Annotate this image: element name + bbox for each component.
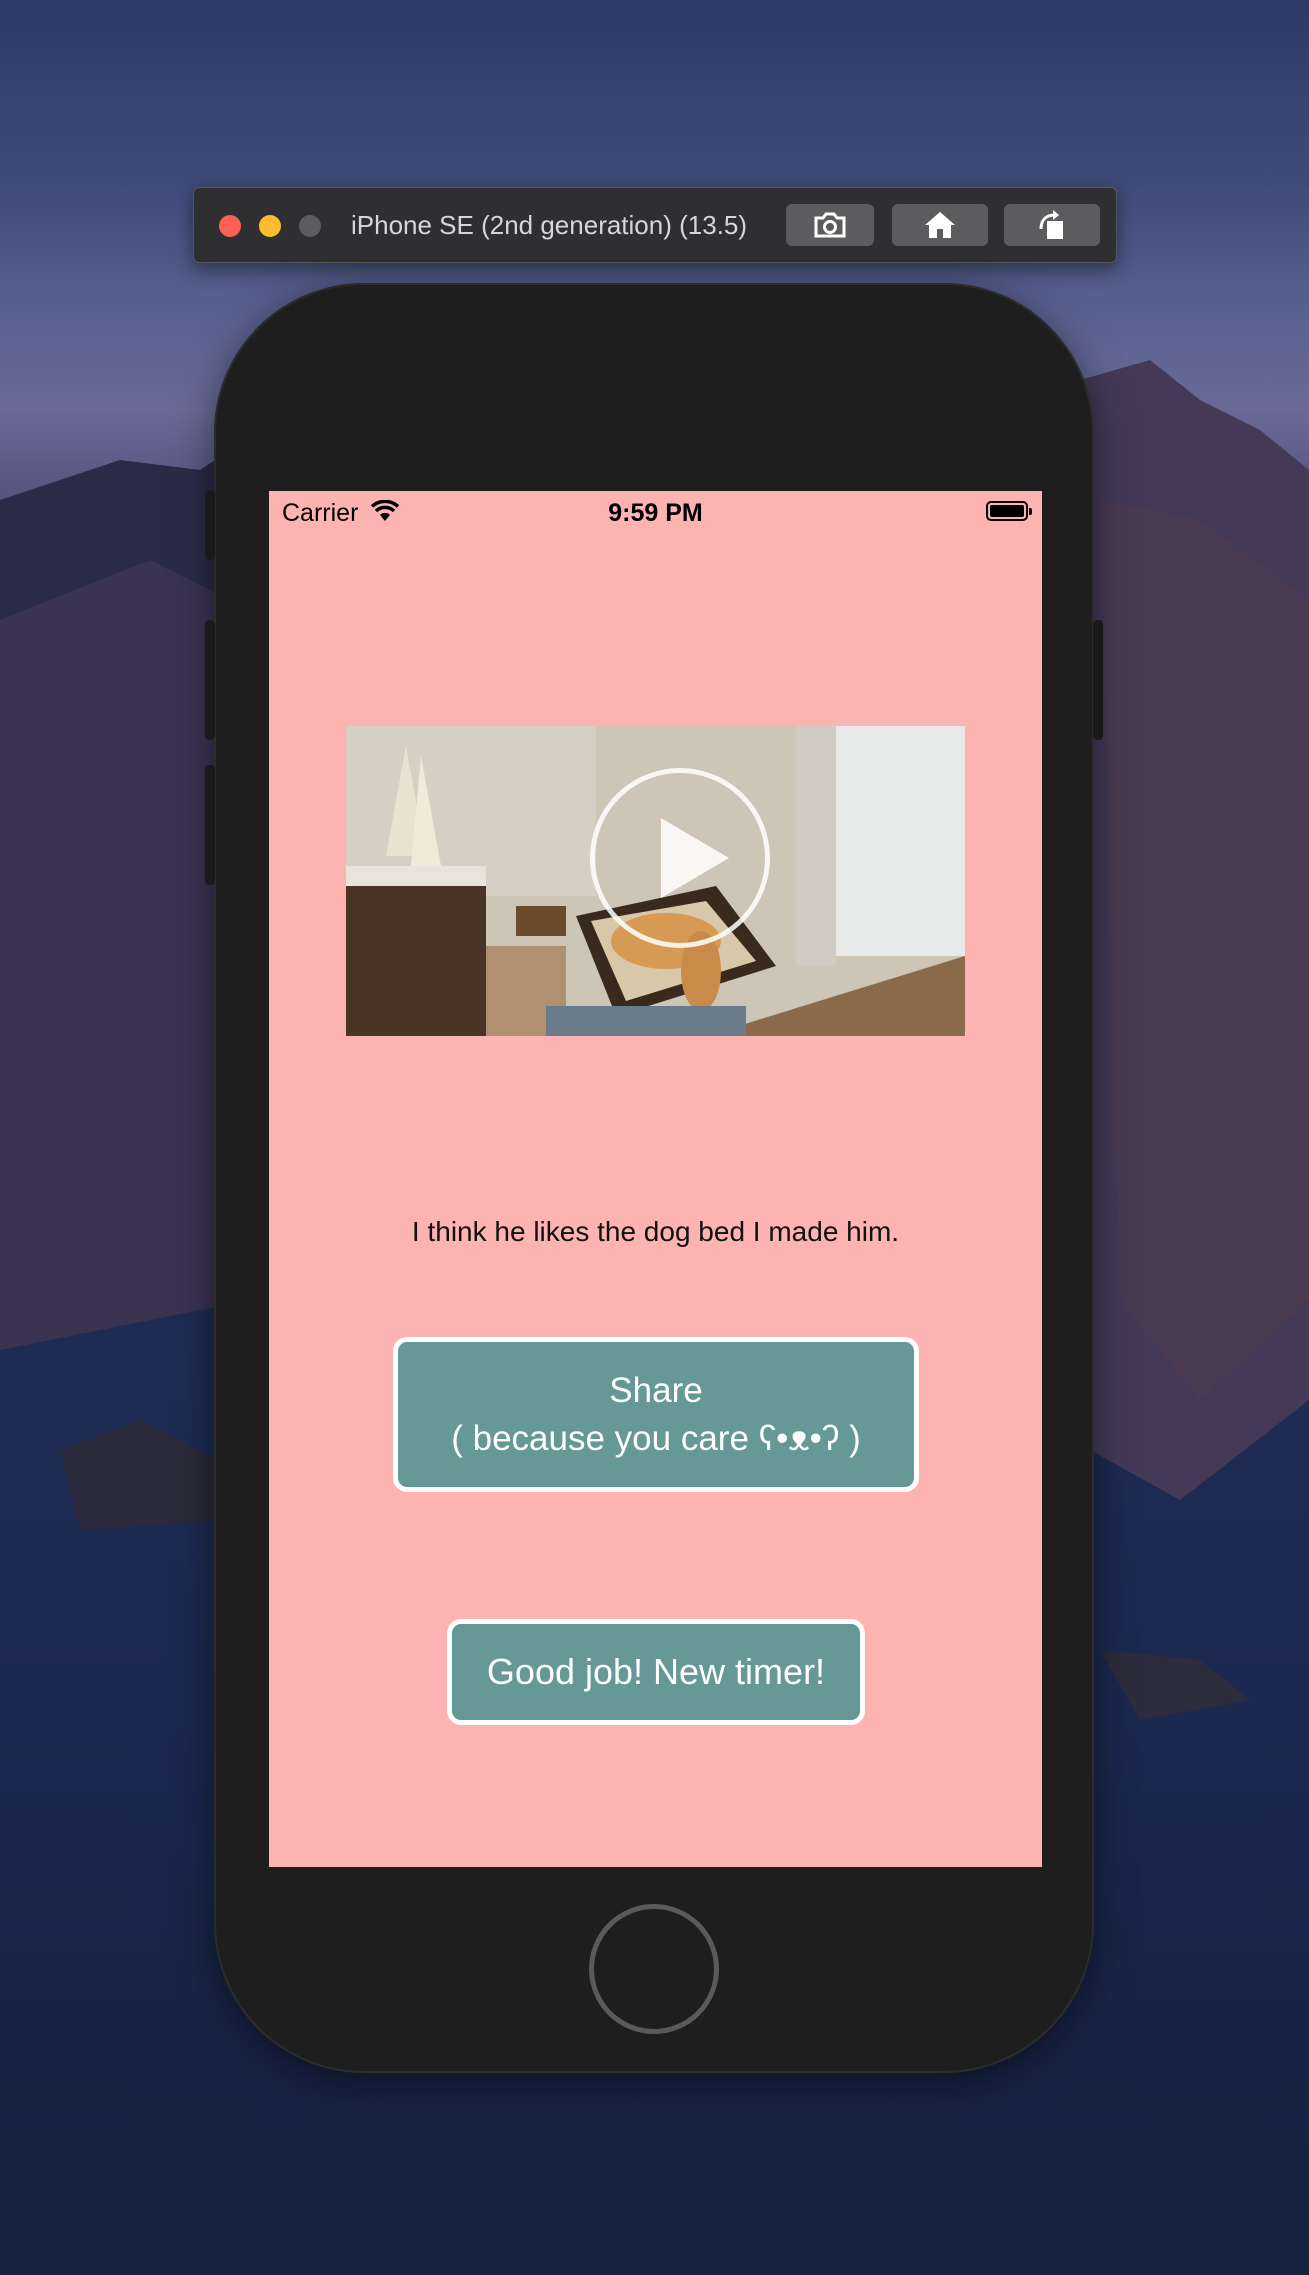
share-button-sublabel: ( because you care ʕ•ᴥ•ʔ ) bbox=[451, 1418, 861, 1458]
home-icon bbox=[925, 212, 955, 238]
power-button bbox=[1093, 620, 1103, 740]
rotate-icon bbox=[1039, 210, 1063, 239]
screenshot-button[interactable] bbox=[786, 204, 874, 246]
status-time: 9:59 PM bbox=[608, 499, 703, 527]
battery-icon bbox=[986, 501, 1032, 521]
status-bar: Carrier 9:59 PM bbox=[269, 491, 1042, 533]
new-timer-button[interactable]: Good job! New timer! bbox=[447, 1619, 865, 1725]
video-player[interactable] bbox=[346, 726, 965, 1036]
device-home-button[interactable] bbox=[589, 1904, 719, 2034]
share-button-label: Share bbox=[609, 1370, 703, 1410]
minimize-window-button[interactable] bbox=[259, 215, 281, 237]
play-button-icon[interactable] bbox=[590, 768, 770, 948]
home-button[interactable] bbox=[892, 204, 988, 246]
volume-button bbox=[205, 490, 215, 560]
app-screen: Carrier 9:59 PM I think he likes the dog… bbox=[269, 491, 1042, 1867]
share-button[interactable]: Share ( because you care ʕ•ᴥ•ʔ ) bbox=[393, 1337, 919, 1492]
close-window-button[interactable] bbox=[219, 215, 241, 237]
volume-down-button bbox=[205, 765, 215, 885]
rotate-button[interactable] bbox=[1004, 204, 1100, 246]
simulator-title: iPhone SE (2nd generation) (13.5) bbox=[351, 210, 748, 240]
zoom-window-button[interactable] bbox=[299, 215, 321, 237]
simulator-toolbar: iPhone SE (2nd generation) (13.5) bbox=[193, 187, 1117, 263]
video-caption: I think he likes the dog bed I made him. bbox=[411, 1216, 900, 1247]
camera-icon bbox=[814, 212, 846, 238]
volume-up-button bbox=[205, 620, 215, 740]
